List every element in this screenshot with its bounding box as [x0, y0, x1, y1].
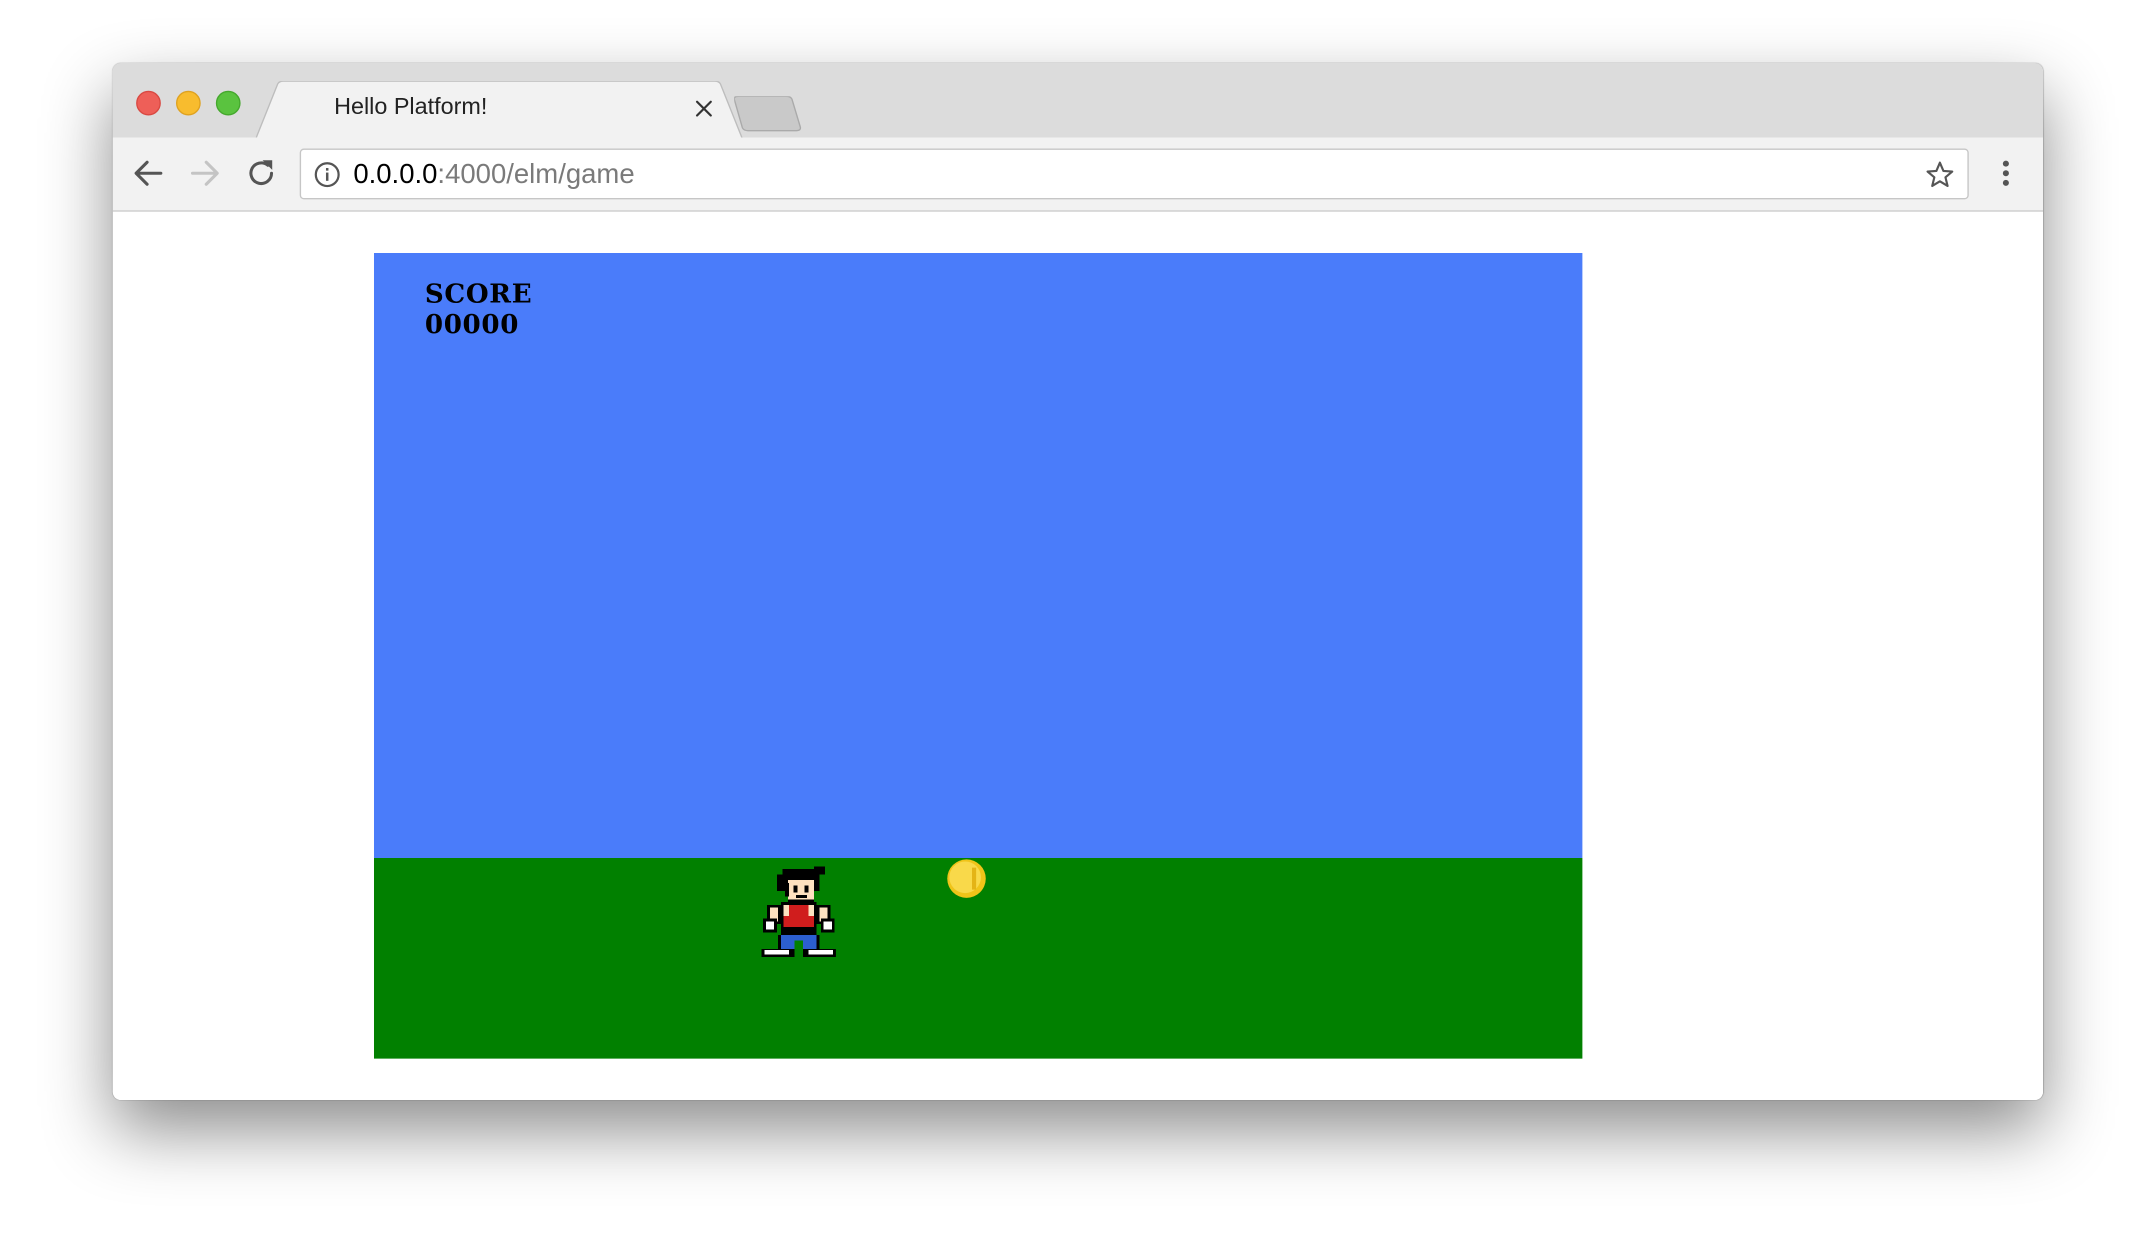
player-sprite: [761, 866, 836, 957]
tab-strip: Hello Platform!: [112, 63, 2044, 139]
url-host: 0.0.0.0: [353, 159, 438, 190]
bookmark-star-icon[interactable]: [1925, 160, 1955, 190]
screenshot-stage: Hello Platform! 0.0.0.0:4000/elm/game SC…: [0, 0, 2142, 1254]
window-maximize-button[interactable]: [215, 90, 241, 116]
reload-icon[interactable]: [243, 155, 279, 191]
page-viewport: SCORE 00000: [112, 211, 2044, 1100]
window-close-button[interactable]: [136, 90, 161, 116]
forward-arrow-icon[interactable]: [187, 155, 223, 191]
game-canvas[interactable]: SCORE 00000: [373, 253, 1583, 1059]
tab-close-icon[interactable]: [693, 98, 715, 120]
coin-sprite: [947, 859, 986, 898]
tab-shape: [255, 81, 744, 139]
sky: [373, 253, 1583, 858]
score-value: 00000: [424, 309, 520, 340]
window-minimize-button[interactable]: [175, 90, 201, 116]
browser-window: Hello Platform! 0.0.0.0:4000/elm/game SC…: [112, 63, 2044, 1100]
url-path: :4000/elm/game: [437, 159, 635, 190]
more-menu-icon[interactable]: [1991, 155, 2021, 191]
tab-hello-platform[interactable]: Hello Platform!: [255, 81, 745, 139]
url-text: 0.0.0.0:4000/elm/game: [353, 160, 634, 192]
info-icon[interactable]: [313, 161, 340, 189]
new-tab-button[interactable]: [734, 96, 805, 132]
address-bar[interactable]: 0.0.0.0:4000/elm/game: [299, 148, 1969, 200]
tab-title: Hello Platform!: [334, 93, 488, 120]
score-label: SCORE: [424, 279, 533, 310]
browser-toolbar: 0.0.0.0:4000/elm/game: [112, 137, 2044, 212]
back-arrow-icon[interactable]: [131, 155, 167, 191]
